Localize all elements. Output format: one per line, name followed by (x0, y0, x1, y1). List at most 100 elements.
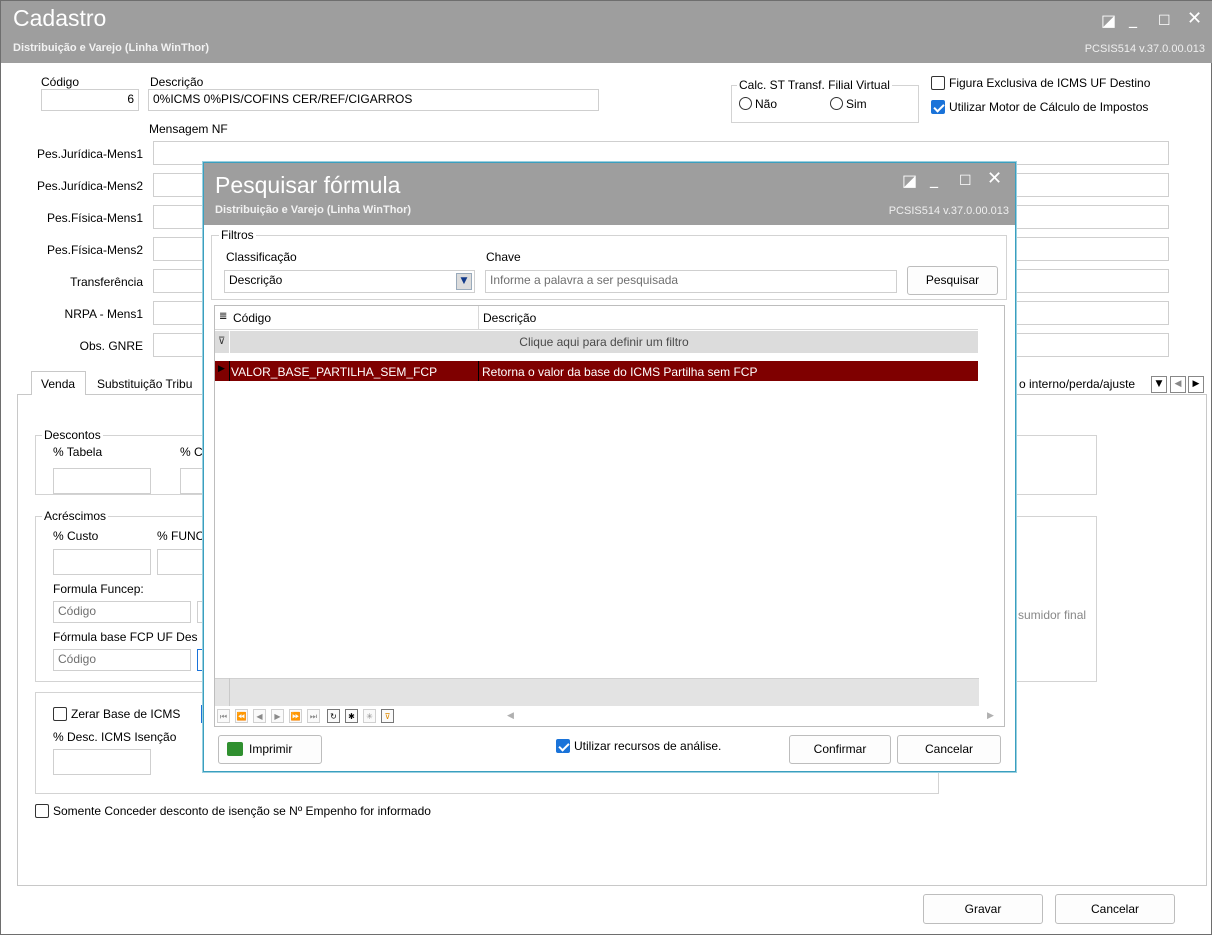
nav-first-icon[interactable]: ⏮ (217, 709, 230, 723)
pesquisar-formula-dialog: Pesquisar fórmula Distribuição e Varejo … (203, 162, 1016, 772)
window-titlebar[interactable]: Cadastro Distribuição e Varejo (Linha Wi… (1, 1, 1212, 63)
window-title: Cadastro (13, 5, 107, 31)
column-chooser-icon[interactable]: ≣ (219, 311, 227, 322)
dialog-minimize-icon[interactable]: _ (930, 171, 938, 187)
pct-custo-label: % Custo (53, 529, 99, 543)
hscroll-right-icon[interactable]: ▶ (987, 711, 994, 721)
confirmar-button[interactable]: Confirmar (789, 735, 891, 764)
pf-mens1-label: Pes.Física-Mens1 (46, 211, 143, 225)
zerar-base-checkbox[interactable] (53, 707, 67, 721)
close-icon[interactable]: ✕ (1187, 10, 1202, 28)
nav-last-icon[interactable]: ⏭ (307, 709, 320, 723)
column-header-codigo[interactable]: Código (233, 311, 271, 325)
descricao-input[interactable]: 0%ICMS 0%PIS/COFINS CER/REF/CIGARROS (148, 89, 599, 111)
figura-exclusiva-checkbox[interactable] (931, 76, 945, 90)
descricao-label: Descrição (150, 75, 204, 89)
tab-list-dropdown-icon[interactable]: ▼ (1151, 376, 1167, 393)
nav-next-icon[interactable]: ▶ (271, 709, 284, 723)
row-descricao[interactable]: Retorna o valor da base do ICMS Partilha… (482, 365, 757, 379)
dialog-subtitle: Distribuição e Varejo (Linha WinThor) (215, 204, 412, 216)
dialog-restore-icon[interactable]: ◪ (902, 173, 917, 189)
transferencia-label: Transferência (70, 275, 143, 289)
pj-mens1-label: Pes.Jurídica-Mens1 (36, 147, 143, 161)
nav-clear-icon[interactable]: ✱ (345, 709, 358, 723)
filtros-label: Filtros (219, 228, 256, 242)
filter-hint[interactable]: Clique aqui para definir um filtro (230, 335, 978, 349)
dialog-title: Pesquisar fórmula (215, 172, 401, 198)
calc-st-label: Calc. ST Transf. Filial Virtual (737, 78, 892, 92)
consumidor-final-text: sumidor final (1018, 608, 1087, 622)
dialog-version: PCSIS514 v.37.0.00.013 (888, 205, 1009, 217)
printer-icon (227, 742, 243, 756)
nav-prev-page-icon[interactable]: ⏪ (235, 709, 248, 723)
row-indicator-divider (229, 361, 230, 381)
recursos-analise-checkbox[interactable] (556, 739, 570, 753)
radio-sim[interactable]: Sim (830, 97, 867, 111)
vertical-scrollbar[interactable] (979, 306, 1004, 704)
formula-fcp-input[interactable]: Código (53, 649, 191, 671)
chave-input[interactable]: Informe a palavra a ser pesquisada (485, 270, 897, 293)
tab-scroll-right-icon[interactable]: ▶ (1188, 376, 1204, 393)
radio-sim-label: Sim (846, 97, 867, 111)
navigator-bar: ⏮ ⏪ ◀ ▶ ⏩ ⏭ ↻ ✱ ✳ ⊽ (217, 709, 439, 725)
nav-clear-all-icon[interactable]: ✳ (363, 709, 376, 723)
formula-funcep-label: Formula Funcep: (53, 582, 144, 596)
grid-header (215, 306, 978, 330)
nav-refresh-icon[interactable]: ↻ (327, 709, 340, 723)
codigo-label: Código (41, 75, 80, 89)
radio-nao-circle[interactable] (739, 97, 752, 110)
dialog-close-icon[interactable]: ✕ (987, 170, 1002, 188)
pct-tabela-label: % Tabela (53, 445, 103, 459)
pct-tabela-input[interactable] (53, 468, 151, 494)
acrescimos-label: Acréscimos (42, 509, 109, 523)
pct-desc-icms-input[interactable] (53, 749, 151, 775)
tab-substituicao[interactable]: Substituição Tribu (97, 377, 192, 391)
filter-icon[interactable]: ⊽ (218, 336, 225, 347)
row-cell-divider (478, 361, 479, 381)
gravar-button[interactable]: Gravar (923, 894, 1043, 924)
window-subtitle: Distribuição e Varejo (Linha WinThor) (13, 42, 210, 54)
descontos-label: Descontos (42, 428, 103, 442)
tab-uso-interno[interactable]: o interno/perda/ajuste (1019, 377, 1135, 391)
codigo-input[interactable]: 6 (41, 89, 139, 111)
maximize-icon[interactable]: ☐ (1158, 13, 1171, 29)
dialog-maximize-icon[interactable]: ☐ (959, 173, 972, 189)
minimize-icon[interactable]: _ (1129, 11, 1137, 27)
pct-c-label: % C (180, 445, 203, 459)
nav-next-page-icon[interactable]: ⏩ (289, 709, 302, 723)
pct-func-input[interactable] (157, 549, 207, 575)
cancelar-button[interactable]: Cancelar (1055, 894, 1175, 924)
radio-nao[interactable]: Não (739, 97, 777, 111)
row-indicator-icon: ▶ (218, 364, 225, 374)
nav-filter-icon[interactable]: ⊽ (381, 709, 394, 723)
motor-calculo-checkbox[interactable] (931, 100, 945, 114)
restore-icon[interactable]: ◪ (1101, 13, 1116, 29)
hscroll-left-icon[interactable]: ◀ (507, 711, 514, 721)
column-header-descricao[interactable]: Descrição (483, 311, 536, 325)
formula-grid: ≣ Código Descrição ⊽ Clique aqui para de… (214, 305, 1005, 727)
radio-sim-circle[interactable] (830, 97, 843, 110)
pct-custo-input[interactable] (53, 549, 151, 575)
tab-scroll-left-icon[interactable]: ◀ (1170, 376, 1186, 393)
classificacao-chevron-down-icon[interactable]: ▼ (456, 273, 472, 290)
grid-footer (215, 678, 979, 706)
dialog-cancelar-button[interactable]: Cancelar (897, 735, 1001, 764)
mensagem-nf-label: Mensagem NF (149, 122, 228, 136)
somente-conceder-label: Somente Conceder desconto de isenção se … (53, 804, 431, 818)
radio-nao-label: Não (755, 97, 778, 111)
pesquisar-button[interactable]: Pesquisar (907, 266, 998, 295)
dialog-titlebar[interactable]: Pesquisar fórmula Distribuição e Varejo … (204, 163, 1015, 225)
row-codigo[interactable]: VALOR_BASE_PARTILHA_SEM_FCP (231, 365, 437, 379)
chave-label: Chave (486, 250, 521, 264)
imprimir-button[interactable]: Imprimir (218, 735, 322, 764)
column-separator (478, 306, 479, 330)
grid-footer-divider (229, 678, 230, 706)
formula-funcep-input[interactable]: Código (53, 601, 191, 623)
classificacao-select[interactable]: Descrição (224, 270, 475, 293)
recursos-analise-label: Utilizar recursos de análise. (574, 739, 722, 753)
pct-desc-icms-label: % Desc. ICMS Isenção (53, 730, 177, 744)
somente-conceder-checkbox[interactable] (35, 804, 49, 818)
nav-prev-icon[interactable]: ◀ (253, 709, 266, 723)
motor-calculo-label: Utilizar Motor de Cálculo de Impostos (949, 100, 1149, 114)
tab-venda-label: Venda (41, 377, 76, 391)
